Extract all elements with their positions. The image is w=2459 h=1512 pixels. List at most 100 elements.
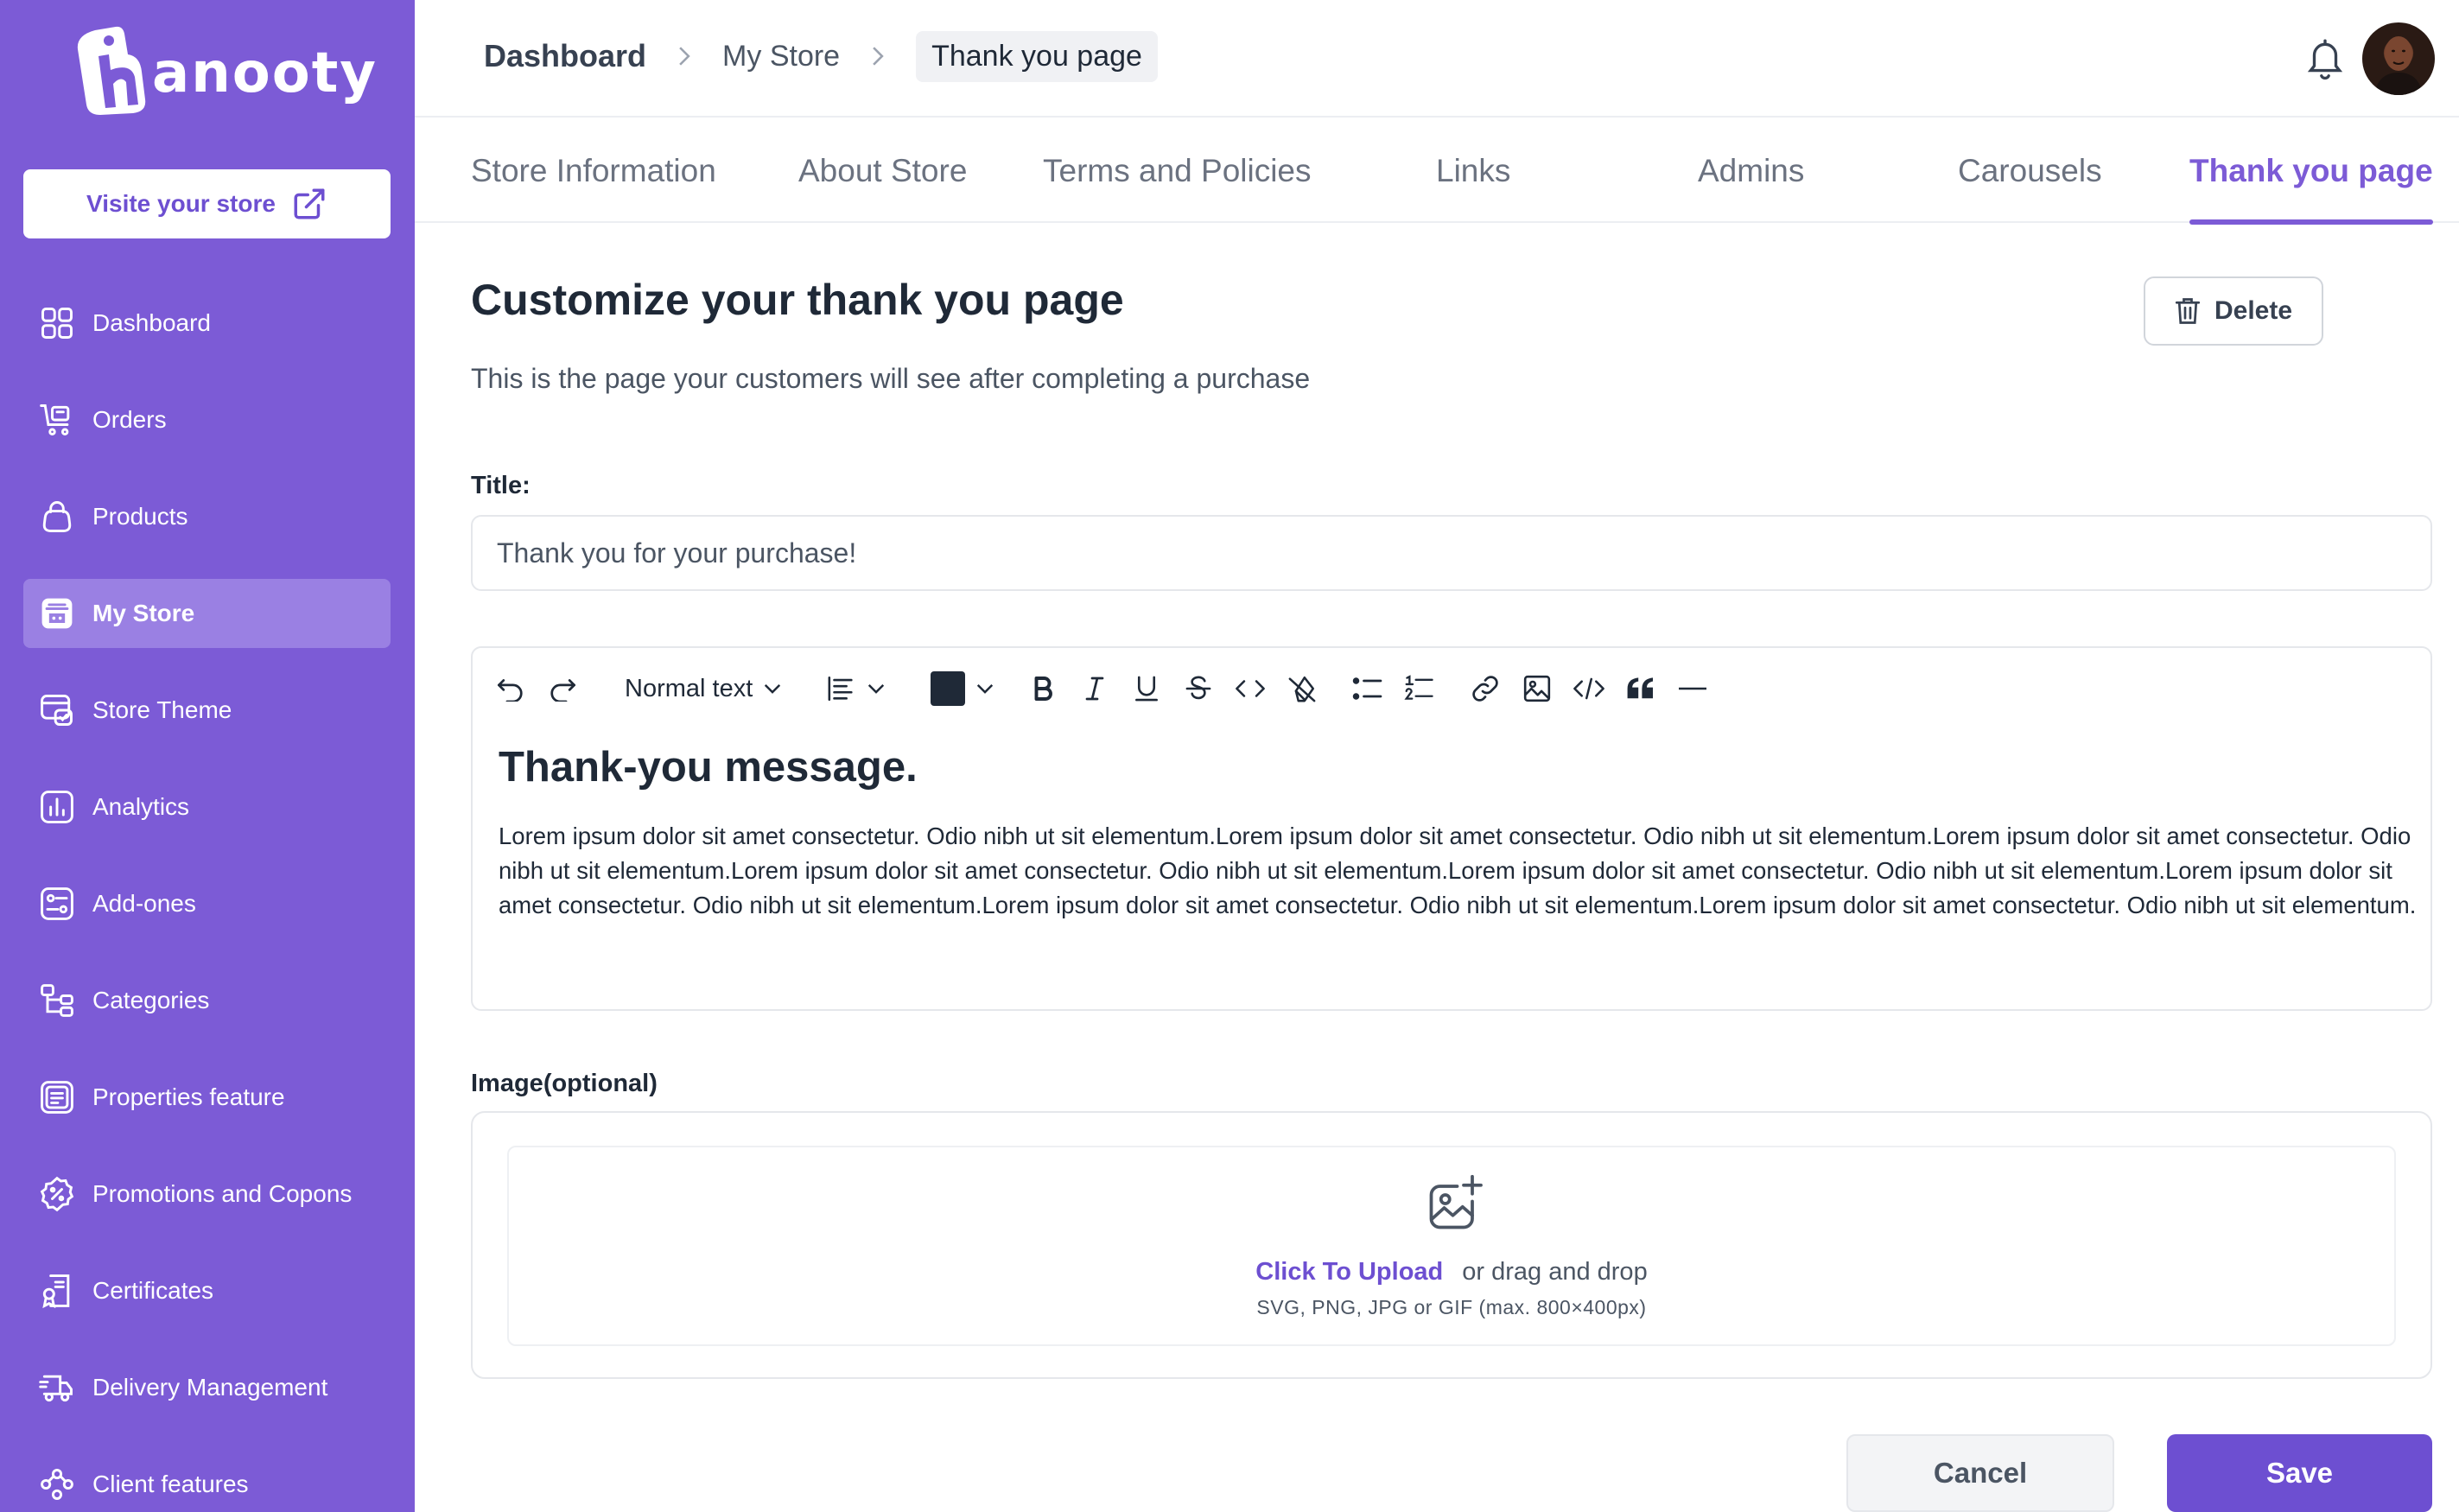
- sidebar-item-orders[interactable]: Orders: [23, 385, 391, 454]
- text-color-select[interactable]: [931, 667, 994, 710]
- numbered-list-icon[interactable]: [1402, 667, 1437, 710]
- rich-text-editor[interactable]: Normal text Thank-you message. Lorem ips…: [471, 646, 2432, 1011]
- bold-icon[interactable]: [1026, 667, 1060, 710]
- sidebar-nav: Dashboard Orders Products My Store Store…: [23, 289, 391, 1512]
- tab-admins[interactable]: Admins: [1698, 119, 1804, 223]
- logo-tag-icon: [77, 26, 146, 115]
- cart-icon: [37, 400, 77, 440]
- dropzone[interactable]: Click To Upload or drag and drop SVG, PNG…: [507, 1146, 2396, 1346]
- logo[interactable]: anooty: [76, 22, 378, 118]
- cancel-button[interactable]: Cancel: [1846, 1434, 2114, 1512]
- image-icon[interactable]: [1520, 667, 1554, 710]
- breadcrumb-my-store[interactable]: My Store: [722, 40, 840, 73]
- clear-format-icon[interactable]: [1285, 667, 1319, 710]
- tab-about-store[interactable]: About Store: [798, 119, 967, 223]
- trash-icon: [2175, 298, 2201, 324]
- sidebar-item-products[interactable]: Products: [23, 482, 391, 551]
- code-icon[interactable]: [1233, 667, 1268, 710]
- image-label: Image(optional): [471, 1070, 658, 1097]
- quote-icon[interactable]: [1623, 667, 1658, 710]
- title-label: Title:: [471, 472, 531, 499]
- breadcrumb: Dashboard My Store Thank you page: [484, 28, 1158, 85]
- sidebar-item-client-features[interactable]: Client features: [23, 1450, 391, 1512]
- clients-icon: [37, 1464, 77, 1504]
- sidebar-item-delivery[interactable]: Delivery Management: [23, 1353, 391, 1422]
- block-type-select[interactable]: Normal text: [625, 667, 782, 710]
- align-select[interactable]: [827, 667, 886, 710]
- sidebar-item-label: Client features: [92, 1471, 249, 1497]
- underline-icon[interactable]: [1129, 667, 1164, 710]
- drag-drop-text: or drag and drop: [1462, 1258, 1648, 1286]
- italic-icon[interactable]: [1077, 667, 1112, 710]
- sidebar-item-add-ones[interactable]: Add-ones: [23, 869, 391, 938]
- analytics-icon: [37, 787, 77, 827]
- top-header: Dashboard My Store Thank you page: [415, 0, 2459, 118]
- delete-button[interactable]: Delete: [2144, 276, 2323, 346]
- editor-toolbar: Normal text: [493, 667, 1710, 710]
- properties-icon: [37, 1077, 77, 1117]
- sidebar-item-label: Categories: [92, 987, 210, 1013]
- code-block-icon[interactable]: [1572, 667, 1606, 710]
- store-icon: [37, 594, 77, 633]
- sidebar-item-dashboard[interactable]: Dashboard: [23, 289, 391, 358]
- theme-icon: [37, 690, 77, 730]
- breadcrumb-current: Thank you page: [916, 30, 1158, 82]
- breadcrumb-dashboard[interactable]: Dashboard: [484, 38, 646, 74]
- tab-terms-policies[interactable]: Terms and Policies: [1043, 119, 1312, 223]
- redo-icon[interactable]: [545, 667, 580, 710]
- save-button[interactable]: Save: [2167, 1434, 2432, 1512]
- sidebar-item-my-store[interactable]: My Store: [23, 579, 391, 648]
- sidebar-item-label: Delivery Management: [92, 1374, 328, 1401]
- categories-icon: [37, 981, 77, 1020]
- tab-links[interactable]: Links: [1436, 119, 1510, 223]
- visit-store-button[interactable]: Visite your store: [23, 169, 391, 238]
- sidebar-item-categories[interactable]: Categories: [23, 966, 391, 1035]
- grid-icon: [37, 303, 77, 343]
- certificate-icon: [37, 1271, 77, 1311]
- image-upload-area: Click To Upload or drag and drop SVG, PNG…: [471, 1111, 2432, 1379]
- strikethrough-icon[interactable]: [1181, 667, 1216, 710]
- sidebar-item-analytics[interactable]: Analytics: [23, 772, 391, 842]
- block-type-value: Normal text: [625, 674, 753, 702]
- editor-heading[interactable]: Thank-you message.: [499, 743, 918, 791]
- sidebar-item-label: Store Theme: [92, 696, 232, 723]
- avatar[interactable]: [2362, 22, 2435, 95]
- click-to-upload-link[interactable]: Click To Upload: [1255, 1258, 1443, 1286]
- link-icon[interactable]: [1468, 667, 1503, 710]
- chevron-down-icon: [765, 683, 781, 694]
- truck-icon: [37, 1368, 77, 1407]
- title-input[interactable]: Thank you for your purchase!: [471, 515, 2432, 591]
- external-link-icon: [294, 188, 325, 219]
- bullet-list-icon[interactable]: [1350, 667, 1385, 710]
- sidebar-item-label: Properties feature: [92, 1083, 285, 1110]
- sidebar-item-label: My Store: [92, 600, 195, 626]
- sidebar-item-certificates[interactable]: Certificates: [23, 1256, 391, 1325]
- promotion-icon: [37, 1174, 77, 1214]
- delete-label: Delete: [2214, 296, 2293, 325]
- sidebar: anooty Visite your store Dashboard Order…: [0, 0, 415, 1512]
- sidebar-item-label: Analytics: [92, 793, 190, 820]
- upload-instructions: Click To Upload or drag and drop: [509, 1258, 2394, 1286]
- tab-thank-you-page[interactable]: Thank you page: [2189, 119, 2433, 225]
- upload-hint: SVG, PNG, JPG or GIF (max. 800×400px): [1256, 1296, 1647, 1318]
- editor-body[interactable]: Lorem ipsum dolor sit amet consectetur. …: [499, 819, 2417, 923]
- tab-carousels[interactable]: Carousels: [1958, 119, 2102, 223]
- sidebar-item-store-theme[interactable]: Store Theme: [23, 676, 391, 745]
- chevron-down-icon: [977, 683, 994, 694]
- page-title: Customize your thank you page: [471, 276, 1124, 324]
- sidebar-item-label: Promotions and Copons: [92, 1180, 353, 1207]
- sidebar-item-label: Dashboard: [92, 309, 211, 336]
- sidebar-item-promotions[interactable]: Promotions and Copons: [23, 1159, 391, 1229]
- visit-store-label: Visite your store: [86, 190, 276, 217]
- chevron-right-icon: [869, 45, 886, 67]
- horizontal-rule-icon[interactable]: [1675, 667, 1710, 710]
- title-input-value: Thank you for your purchase!: [497, 537, 857, 569]
- sidebar-item-properties-feature[interactable]: Properties feature: [23, 1063, 391, 1132]
- tab-store-information[interactable]: Store Information: [471, 119, 716, 223]
- sidebar-item-label: Add-ones: [92, 890, 196, 917]
- bell-icon[interactable]: [2303, 35, 2347, 83]
- logo-text: anooty: [152, 41, 378, 105]
- undo-icon[interactable]: [493, 667, 528, 710]
- addons-icon: [37, 884, 77, 924]
- page-subtitle: This is the page your customers will see…: [471, 363, 1311, 394]
